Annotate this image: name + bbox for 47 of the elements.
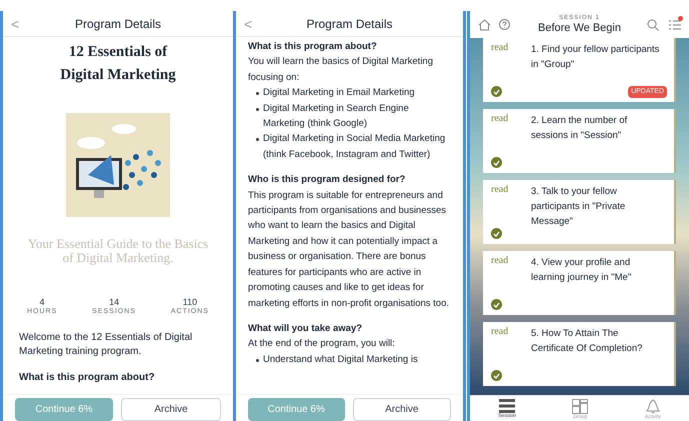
read-tag: read	[491, 255, 531, 267]
task-card[interactable]: read 5. How To Attain The Certificate Of Completion?	[483, 322, 676, 386]
read-tag: read	[491, 184, 531, 196]
screen-title: Program Details	[306, 16, 393, 32]
read-tag: read	[491, 326, 531, 338]
menu-icon[interactable]	[669, 18, 681, 30]
task-title: 1. Find your fellow participants in "Group"	[531, 43, 660, 72]
bullet-text: Digital Marketing in Search Engine Marketing (think Google)	[263, 102, 410, 132]
task-card[interactable]: read 2. Learn the number of sessions in "Session"	[483, 109, 676, 173]
list-icon	[499, 399, 516, 413]
section-heading: Who is this program designed for?	[248, 173, 406, 188]
section-heading: What is this program about?	[19, 371, 156, 385]
bullet-text: Digital Marketing in Social Media Marketing (think Facebook, Instagram and Twitter)	[263, 132, 446, 162]
read-tag: read	[491, 42, 531, 54]
task-card[interactable]: read 3. Talk to your fellow participants in "Private Message"	[483, 180, 676, 244]
section-text: You will learn the basics of Digital Marketing focusing on:	[248, 55, 434, 85]
bullet-icon	[256, 138, 259, 142]
task-title: 4. View your profile and learning journey in "Me"	[531, 256, 632, 285]
stat-value: 4	[40, 297, 45, 307]
bullet-text: Digital Marketing in Email Marketing	[263, 86, 415, 100]
session-title: Before We Begin	[538, 23, 621, 34]
section-heading: What will you take away?	[248, 322, 364, 336]
program-tagline: Your Essential Guide to the Basics of Digital Marketing.	[26, 237, 210, 265]
welcome-text: Welcome to the 12 Essentials of Digital Marketing training program.	[19, 331, 194, 359]
help-icon[interactable]	[499, 19, 510, 30]
bullet-icon	[256, 358, 259, 362]
read-tag: read	[491, 113, 531, 125]
screen-title: Program Details	[74, 16, 162, 32]
grid-icon	[572, 399, 588, 414]
task-title: 5. How To Attain The Certificate Of Completion?	[531, 327, 644, 356]
home-icon[interactable]	[478, 18, 491, 30]
task-card[interactable]: read 4. View your profile and learning journey in "Me"	[483, 251, 676, 315]
program-title: 12 Essentials of Digital Marketing	[60, 43, 176, 85]
bullet-icon	[256, 92, 259, 96]
archive-button[interactable]: Archive	[352, 398, 451, 421]
task-title: 3. Talk to your fellow participants in "Private Message"	[531, 185, 626, 229]
section-heading: What is this program about?	[248, 40, 378, 54]
bullet-text: Understand what Digital Marketing is	[263, 352, 418, 367]
task-title: 2. Learn the number of sessions in "Session"	[531, 114, 628, 143]
bell-icon	[646, 399, 660, 414]
section-text: This program is suitable for entrepreneurs and participants from organisations and businesses who want to learn the basics and Digital Marketing and how it can potentially impact a business or organisation. There are bonus features for participants who are active in promoting causes and like to get ideas for marketing efforts in non-profit organisations too.	[248, 188, 450, 310]
bullet-icon	[256, 108, 259, 111]
stat-value: 110	[182, 297, 198, 307]
section-text: At the end of the program, you will:	[248, 337, 396, 352]
search-icon[interactable]	[647, 18, 659, 30]
archive-button[interactable]: Archive	[121, 398, 221, 421]
stat-value: 14	[109, 297, 120, 307]
